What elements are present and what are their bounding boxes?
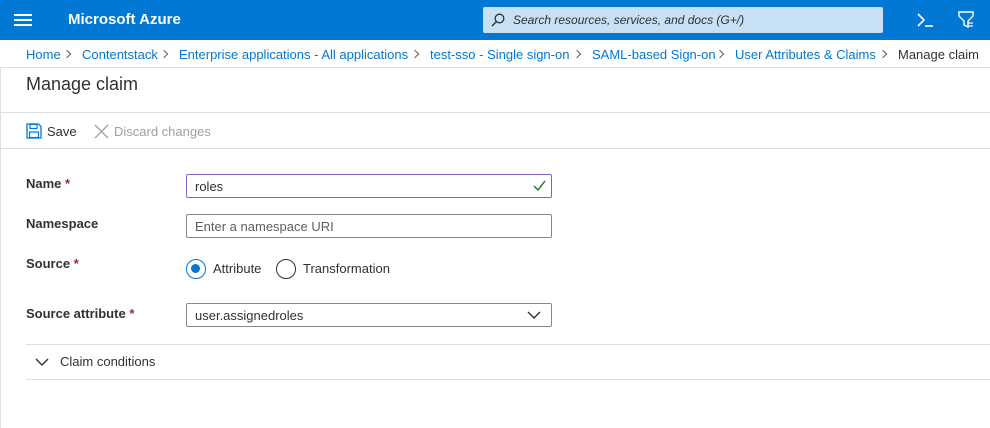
namespace-placeholder: Enter a namespace URI bbox=[195, 219, 334, 234]
save-label: Save bbox=[47, 124, 77, 139]
chevron-right-icon bbox=[572, 49, 582, 59]
hamburger-menu-icon[interactable] bbox=[14, 11, 32, 29]
breadcrumb-current: Manage claim bbox=[898, 47, 979, 62]
radio-unselected-icon bbox=[276, 259, 296, 279]
chevron-right-icon bbox=[878, 49, 888, 59]
breadcrumb-test-sso[interactable]: test-sso - Single sign-on bbox=[430, 47, 569, 62]
radio-selected-icon bbox=[186, 259, 206, 279]
chevron-right-icon bbox=[62, 49, 72, 59]
breadcrumb-user-attributes-claims[interactable]: User Attributes & Claims bbox=[735, 47, 876, 62]
top-bar: Microsoft Azure Search resources, servic… bbox=[0, 0, 990, 40]
name-value: roles bbox=[195, 179, 224, 194]
chevron-right-icon bbox=[159, 49, 169, 59]
checkmark-icon bbox=[533, 180, 546, 192]
chevron-right-icon bbox=[410, 49, 420, 59]
save-button[interactable]: Save bbox=[26, 122, 78, 142]
source-attribute-value: user.assignedroles bbox=[195, 308, 304, 323]
required-marker: * bbox=[65, 176, 71, 191]
search-icon bbox=[491, 13, 505, 27]
search-placeholder: Search resources, services, and docs (G+… bbox=[513, 13, 745, 27]
discard-changes-button[interactable]: Discard changes bbox=[94, 122, 214, 142]
toolbar-divider bbox=[0, 148, 990, 149]
chevron-down-icon bbox=[527, 311, 541, 319]
source-attribute-label: Source attribute * bbox=[26, 306, 135, 321]
breadcrumb-home[interactable]: Home bbox=[26, 47, 61, 62]
chevron-right-icon bbox=[715, 49, 725, 59]
conditions-bottom-divider bbox=[26, 379, 990, 380]
chevron-down-icon bbox=[35, 358, 49, 366]
radio-label-attribute: Attribute bbox=[213, 261, 262, 276]
namespace-label: Namespace bbox=[26, 216, 99, 231]
breadcrumb: Home Contentstack Enterprise application… bbox=[0, 40, 990, 68]
save-icon bbox=[26, 123, 42, 139]
brand-title[interactable]: Microsoft Azure bbox=[68, 11, 181, 28]
page-title: Manage claim bbox=[26, 74, 139, 94]
name-input[interactable]: roles bbox=[186, 174, 552, 198]
breadcrumb-enterprise-applications[interactable]: Enterprise applications - All applicatio… bbox=[179, 47, 408, 62]
claim-conditions-toggle[interactable]: Claim conditions bbox=[26, 345, 990, 380]
source-attribute-dropdown[interactable]: user.assignedroles bbox=[186, 303, 552, 327]
breadcrumb-saml-sign-on[interactable]: SAML-based Sign-on bbox=[592, 47, 716, 62]
blade-left-border bbox=[0, 68, 1, 428]
source-label: Source * bbox=[26, 256, 79, 271]
required-marker: * bbox=[73, 256, 79, 271]
namespace-input[interactable]: Enter a namespace URI bbox=[186, 214, 552, 238]
directory-filter-icon[interactable] bbox=[956, 10, 976, 30]
title-divider bbox=[0, 112, 990, 113]
breadcrumb-contentstack[interactable]: Contentstack bbox=[82, 47, 158, 62]
close-icon bbox=[94, 124, 109, 139]
required-marker: * bbox=[129, 306, 135, 321]
discard-label: Discard changes bbox=[114, 124, 211, 139]
global-search-box[interactable]: Search resources, services, and docs (G+… bbox=[483, 7, 883, 33]
radio-label-transformation: Transformation bbox=[303, 261, 390, 276]
name-label: Name * bbox=[26, 176, 71, 191]
claim-conditions-label: Claim conditions bbox=[60, 354, 156, 369]
cloud-shell-icon[interactable] bbox=[915, 10, 935, 30]
